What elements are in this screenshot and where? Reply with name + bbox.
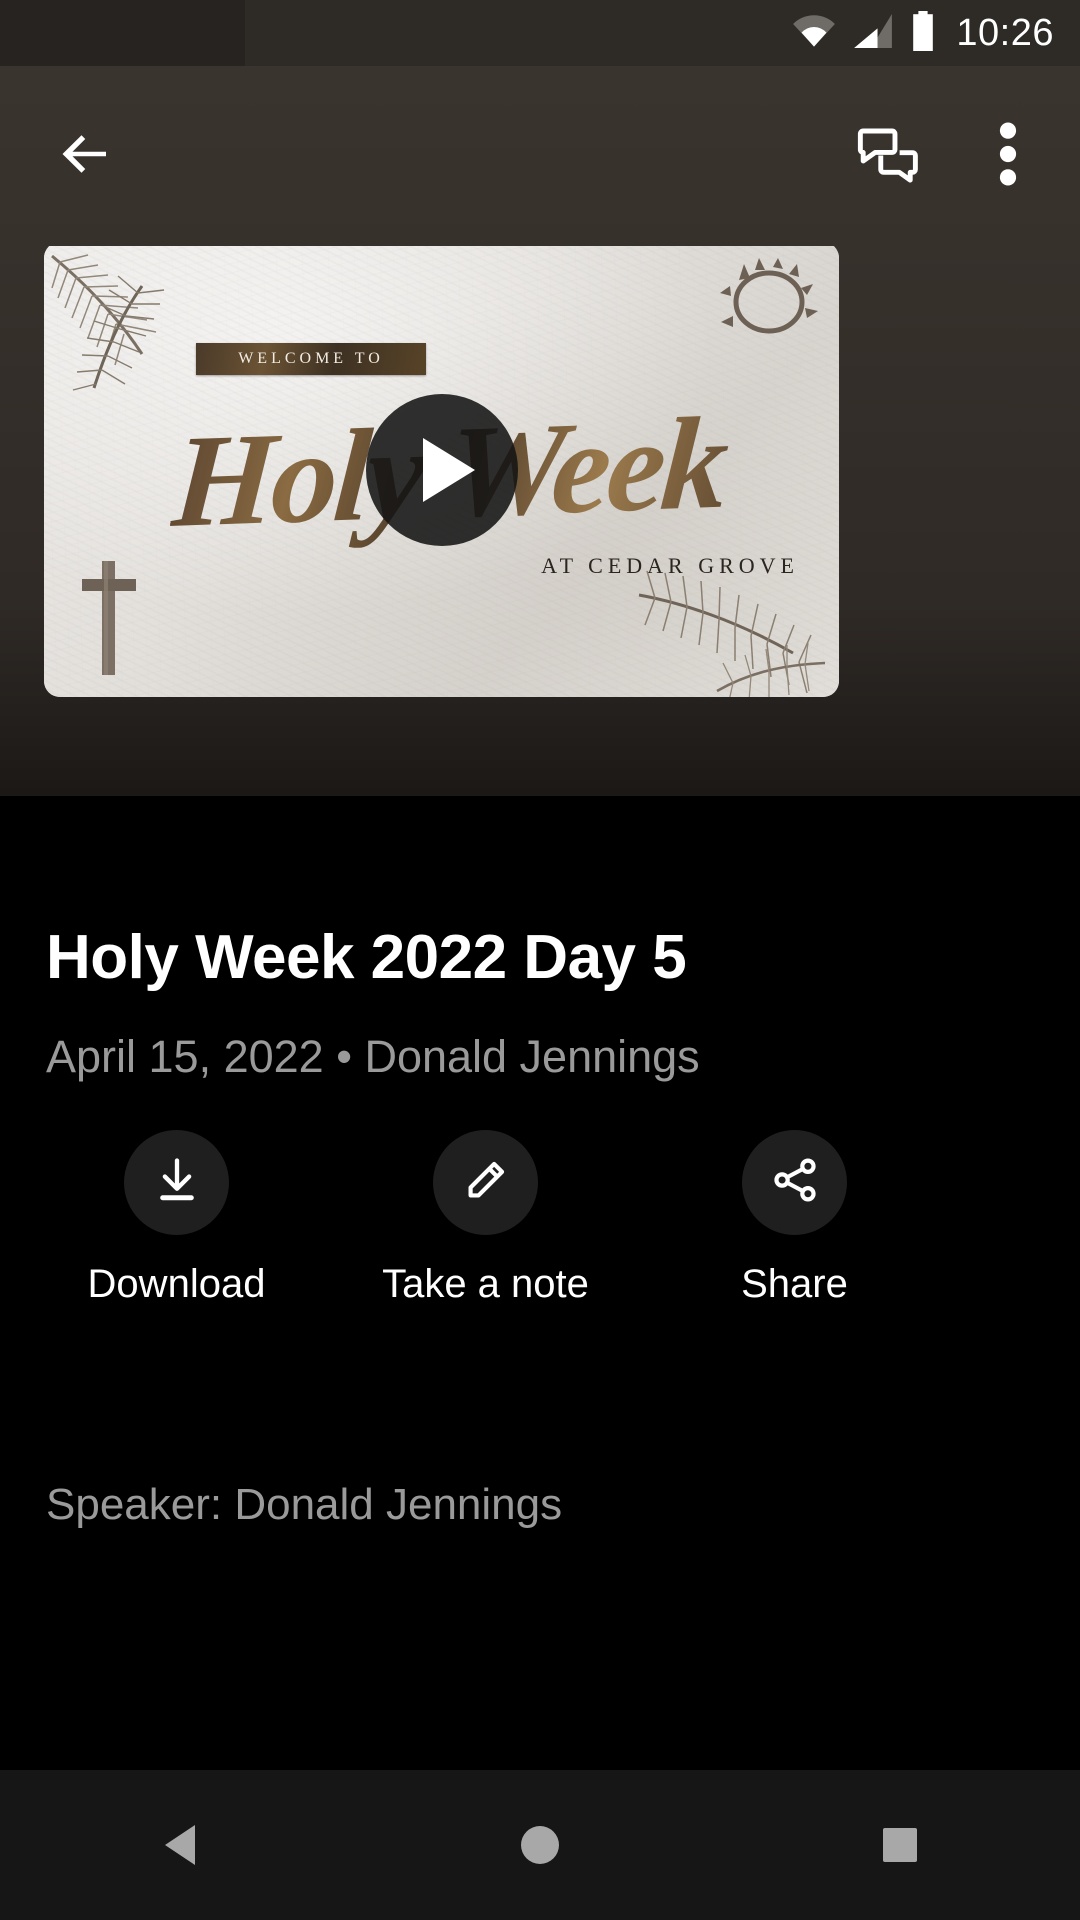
back-arrow-icon	[56, 124, 116, 189]
chat-button[interactable]	[846, 114, 930, 198]
pencil-icon-circle	[433, 1130, 538, 1235]
download-icon	[151, 1154, 203, 1211]
download-action-button[interactable]: Download	[44, 1130, 309, 1307]
play-triangle-icon	[422, 437, 475, 502]
share-icon-circle	[742, 1130, 847, 1235]
nav-back-button[interactable]	[100, 1770, 260, 1920]
crown-of-thorns-icon	[719, 258, 819, 338]
thumbnail-footer-text: AT CEDAR GROVE	[541, 553, 799, 578]
take-note-action-label: Take a note	[382, 1262, 589, 1306]
share-action-button[interactable]: Share	[662, 1130, 927, 1307]
nav-home-button[interactable]	[460, 1770, 620, 1920]
status-bar-clock: 10:26	[956, 11, 1054, 54]
chat-bubbles-icon	[857, 123, 919, 190]
pencil-icon	[461, 1155, 511, 1210]
status-bar-notch-shade	[0, 0, 245, 66]
battery-icon	[910, 10, 936, 56]
video-thumbnail[interactable]: WELCOME TO Holy Week AT CEDAR GROVE	[44, 242, 839, 697]
overflow-menu-button[interactable]	[966, 114, 1050, 198]
action-row: Download Take a note Share	[0, 1130, 1080, 1307]
thumbnail-welcome-banner: WELCOME TO	[196, 343, 426, 375]
download-action-label: Download	[87, 1262, 266, 1306]
nav-back-icon	[165, 1825, 195, 1865]
thumbnail-banner-text: WELCOME TO	[238, 350, 384, 367]
speaker-line: Speaker: Donald Jennings	[46, 1480, 563, 1529]
take-note-action-button[interactable]: Take a note	[353, 1130, 618, 1307]
android-nav-bar	[0, 1770, 1080, 1920]
status-bar: 10:26	[0, 0, 1080, 66]
share-action-label: Share	[741, 1262, 848, 1306]
share-nodes-icon	[770, 1155, 820, 1210]
more-vert-icon	[999, 121, 1017, 192]
play-button[interactable]	[365, 393, 518, 546]
nav-recents-icon	[883, 1828, 917, 1862]
app-bar	[0, 66, 1080, 246]
page-subtitle: April 15, 2022 • Donald Jennings	[46, 1031, 700, 1082]
wifi-icon	[792, 14, 836, 53]
cellular-signal-icon	[852, 13, 894, 53]
wooden-cross-icon	[78, 557, 140, 677]
nav-recents-button[interactable]	[820, 1770, 980, 1920]
download-icon-circle	[124, 1130, 229, 1235]
app-bar-actions	[846, 114, 1050, 198]
back-button[interactable]	[44, 114, 128, 198]
video-detail-screen: 10:26 WELCOME TO Holy Week AT CEDAR GROV…	[0, 0, 1080, 1920]
nav-home-icon	[521, 1826, 559, 1864]
status-bar-icons	[792, 10, 936, 56]
page-title: Holy Week 2022 Day 5	[46, 923, 687, 992]
